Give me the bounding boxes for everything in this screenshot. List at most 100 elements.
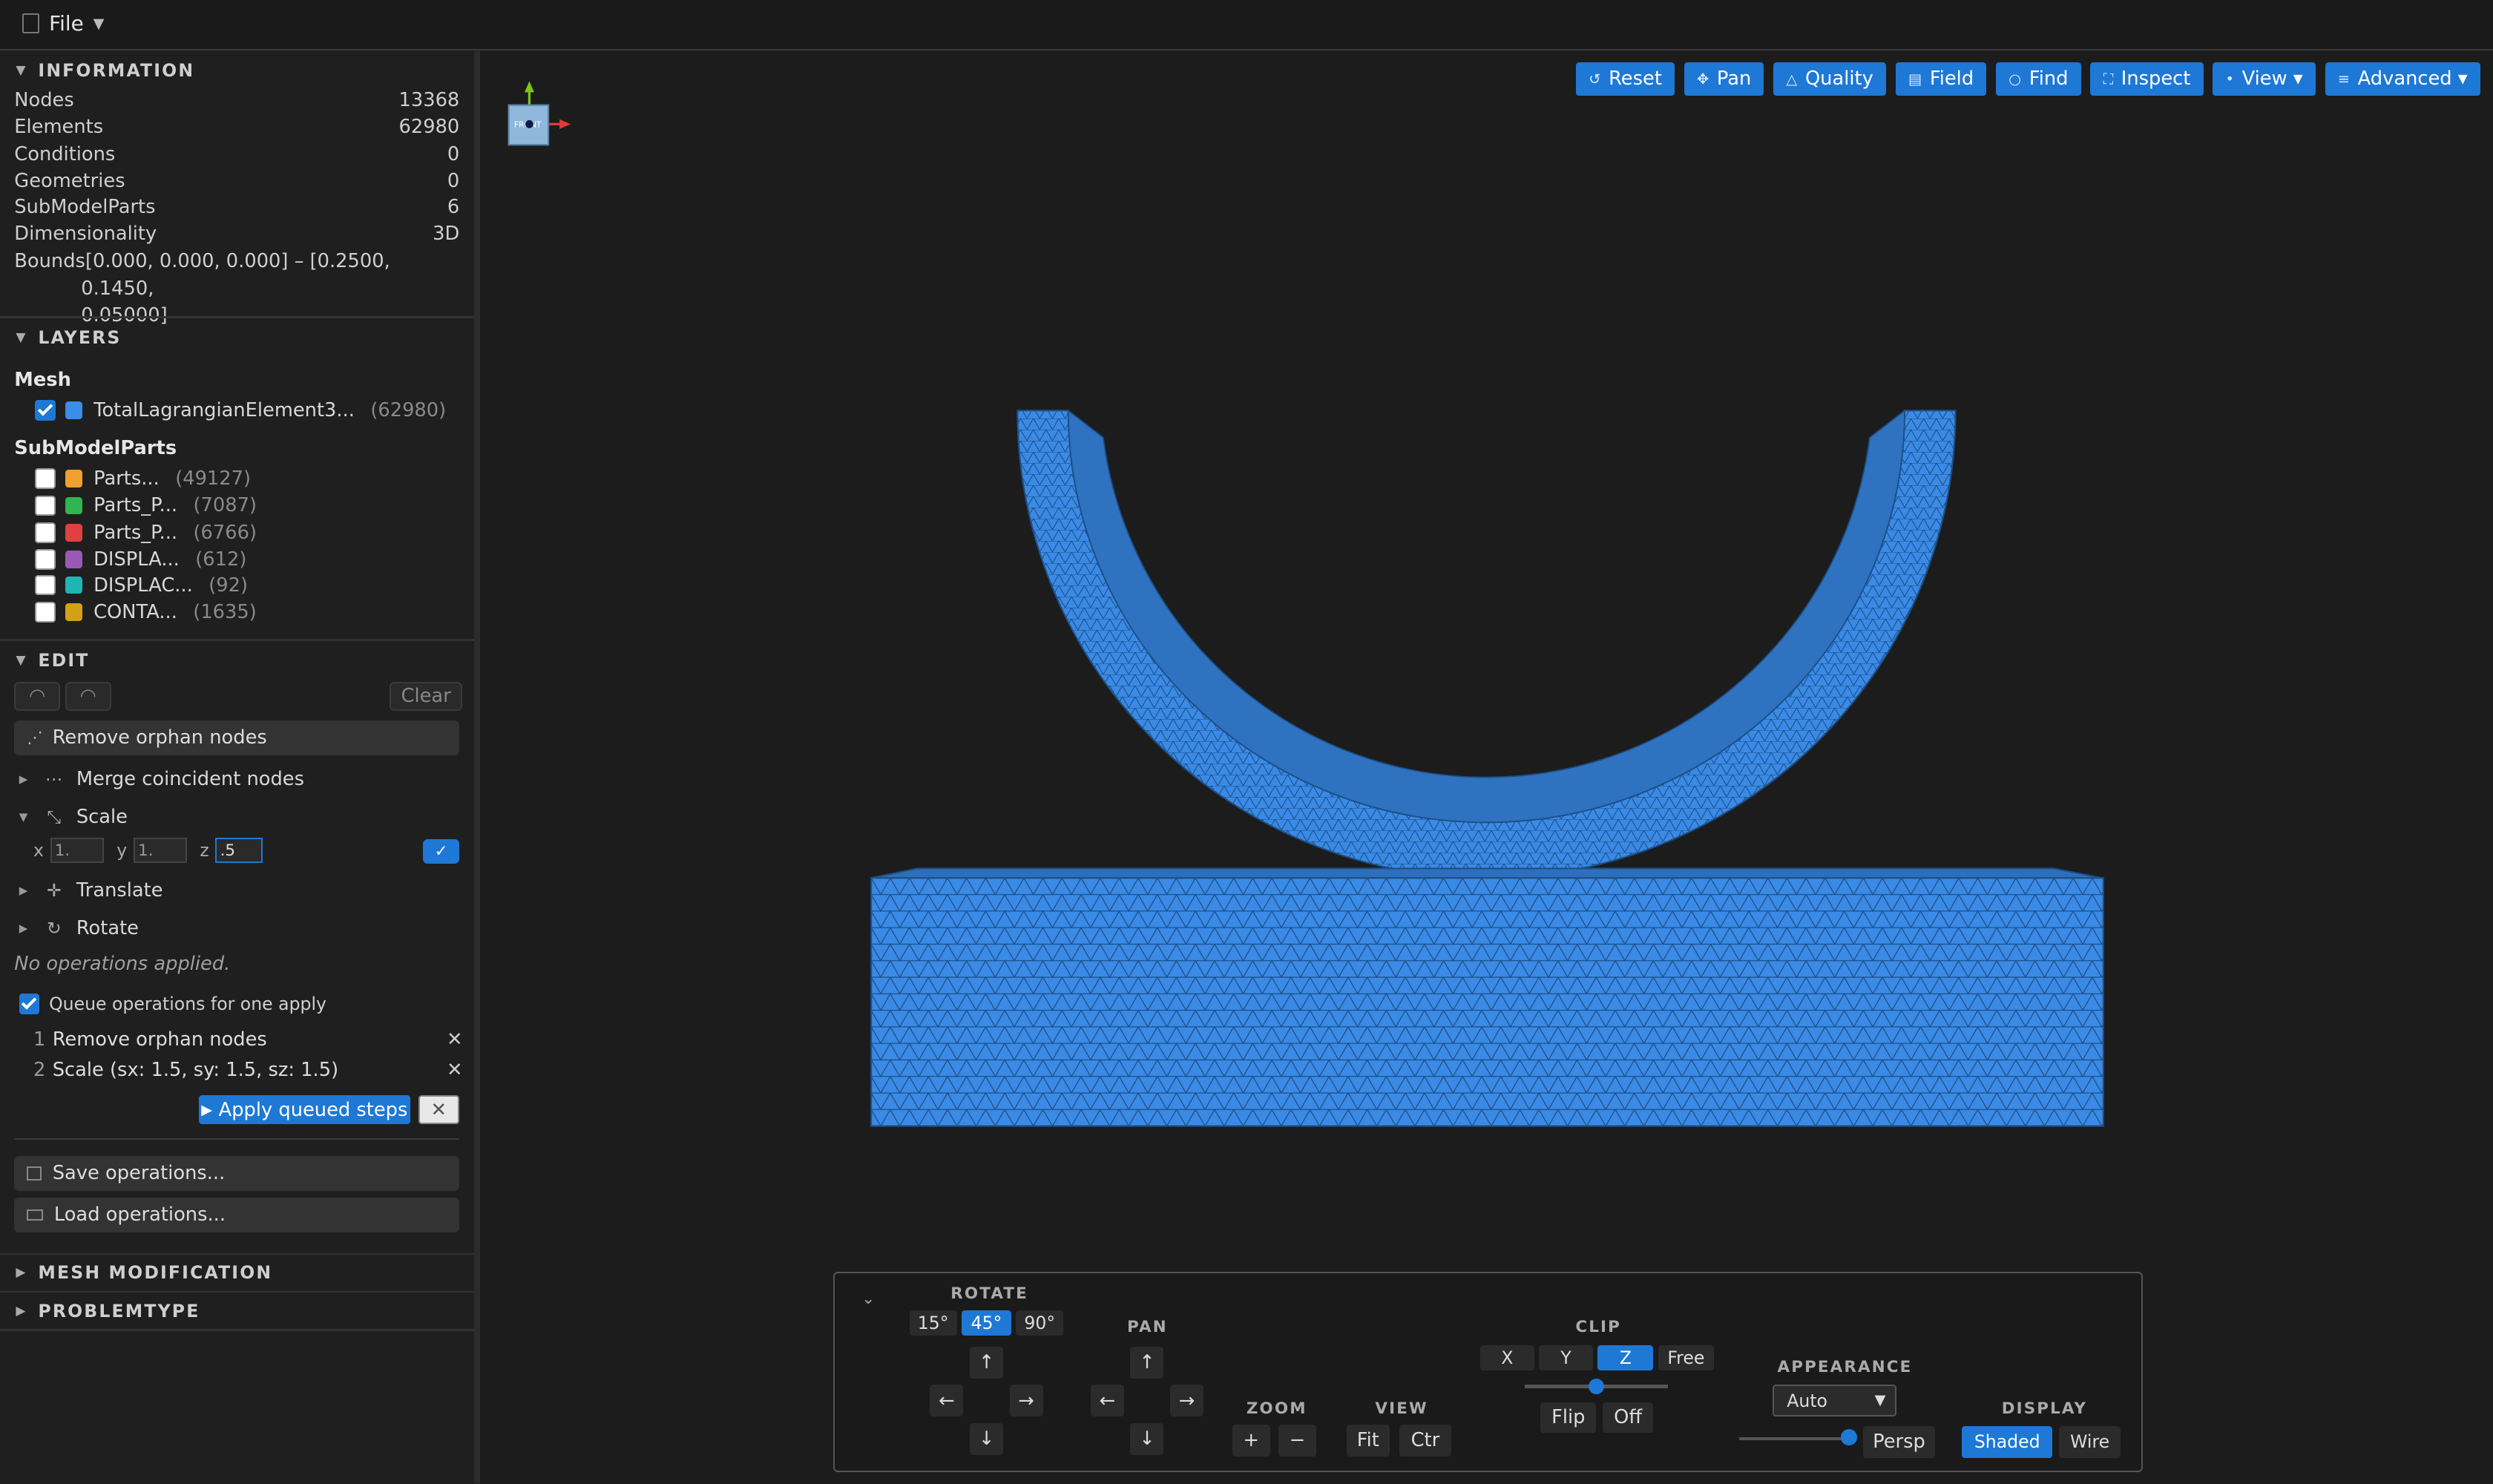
undo-button[interactable]: ◠ <box>14 682 61 711</box>
no-operations-note: No operations applied. <box>14 952 231 975</box>
center-view-button[interactable]: Ctr <box>1399 1424 1452 1457</box>
layer-row-submodel[interactable]: Parts_P... (6766) <box>35 522 257 544</box>
cancel-queue-button[interactable]: ✕ <box>418 1095 459 1124</box>
fov-slider[interactable] <box>1739 1437 1856 1441</box>
chevron-right-icon: ▶ <box>19 922 28 936</box>
layer-row-submodel[interactable]: Parts_P... (7087) <box>35 494 257 516</box>
rotate-step-90[interactable]: 90° <box>1016 1310 1064 1336</box>
zoom-out-button[interactable]: − <box>1278 1424 1317 1457</box>
edit-header[interactable]: ▼ EDIT <box>16 650 89 671</box>
queue-operations-toggle[interactable]: Queue operations for one apply <box>19 994 326 1014</box>
layer-row-submodel[interactable]: Parts... (49127) <box>35 467 251 490</box>
layer-checkbox[interactable] <box>35 574 56 596</box>
redo-button[interactable]: ◠ <box>65 682 111 711</box>
perspective-toggle[interactable]: Persp <box>1863 1425 1935 1458</box>
fit-view-button[interactable]: Fit <box>1346 1424 1390 1457</box>
scale-z-label: z <box>200 840 209 861</box>
rotate-down-button[interactable]: ↓ <box>969 1422 1003 1455</box>
clip-flip-button[interactable]: Flip <box>1540 1402 1597 1433</box>
queue-checkbox[interactable] <box>19 994 40 1015</box>
pan-left-button[interactable]: ← <box>1090 1385 1124 1417</box>
clip-off-button[interactable]: Off <box>1602 1402 1654 1433</box>
load-operations-button[interactable]: Load operations... <box>14 1197 460 1232</box>
info-label: Geometries <box>14 170 125 193</box>
clip-x-button[interactable]: X <box>1479 1345 1534 1370</box>
queue-item: 1 Remove orphan nodes ✕ <box>33 1028 463 1051</box>
pan-down-button[interactable]: ↓ <box>1130 1422 1164 1455</box>
info-label: Conditions <box>14 142 116 165</box>
info-label: Dimensionality <box>14 222 157 245</box>
load-operations-label: Load operations... <box>53 1204 226 1227</box>
layer-row-mesh[interactable]: TotalLagrangianElement3... (62980) <box>35 399 446 421</box>
rotate-left-button[interactable]: ← <box>930 1385 964 1417</box>
layer-name: TotalLagrangianElement3... <box>93 398 355 421</box>
view-control-panel: ⌄ ROTATE 15° 45° 90° ↑ ← → ↓ PAN ↑ ← → ↓… <box>832 1272 2144 1472</box>
layer-row-submodel[interactable]: CONTA... (1635) <box>35 601 257 623</box>
layer-row-submodel[interactable]: DISPLA... (612) <box>35 548 246 571</box>
document-icon <box>22 13 40 34</box>
merge-coincident-row[interactable]: ▶ ⋯ Merge coincident nodes <box>19 768 304 790</box>
translate-row[interactable]: ▶ ✛ Translate <box>19 879 163 902</box>
save-operations-button[interactable]: Save operations... <box>14 1155 460 1191</box>
clear-button[interactable]: Clear <box>390 682 463 711</box>
rotate-right-button[interactable]: → <box>1009 1385 1043 1417</box>
layer-checkbox[interactable] <box>35 522 56 543</box>
file-menu-label: File <box>49 11 84 36</box>
rotate-row[interactable]: ▶ ↻ Rotate <box>19 917 139 939</box>
pan-up-button[interactable]: ↑ <box>1130 1346 1164 1379</box>
rotate-section-label: ROTATE <box>950 1284 1028 1304</box>
rotate-step-15[interactable]: 15° <box>909 1310 957 1336</box>
zoom-in-button[interactable]: + <box>1232 1424 1270 1457</box>
divider <box>0 316 474 318</box>
scale-z-input[interactable] <box>215 838 263 864</box>
queue-item-label: Scale (sx: 1.5, sy: 1.5, sz: 1.5) <box>52 1059 339 1082</box>
remove-queue-item-icon[interactable]: ✕ <box>447 1059 463 1081</box>
scale-apply-button[interactable]: ✓ <box>423 839 460 864</box>
queue-item: 2 Scale (sx: 1.5, sy: 1.5, sz: 1.5) ✕ <box>33 1059 463 1081</box>
mesh-modification-header[interactable]: ▶ MESH MODIFICATION <box>16 1262 272 1283</box>
appearance-select[interactable]: Auto ▼ <box>1773 1385 1897 1417</box>
layer-color-swatch <box>65 551 83 569</box>
problemtype-title: PROBLEMTYPE <box>38 1300 200 1322</box>
pan-right-button[interactable]: → <box>1169 1385 1203 1417</box>
layer-name: Parts_P... <box>93 521 178 544</box>
remove-queue-item-icon[interactable]: ✕ <box>447 1028 463 1051</box>
chevron-down-icon: ▼ <box>1874 1391 1886 1408</box>
layer-name: CONTA... <box>93 600 177 623</box>
info-value: 6 <box>447 195 460 218</box>
remove-orphan-nodes-button[interactable]: ⋰ Remove orphan nodes <box>14 720 460 755</box>
layer-checkbox[interactable] <box>35 468 56 489</box>
rotate-step-45[interactable]: 45° <box>962 1310 1011 1336</box>
fov-slider-thumb[interactable] <box>1841 1429 1857 1445</box>
redo-icon: ◠ <box>79 685 96 708</box>
shaded-display-button[interactable]: Shaded <box>1962 1425 2053 1458</box>
apply-queued-steps-button[interactable]: ▶ Apply queued steps <box>198 1095 410 1124</box>
layer-checkbox[interactable] <box>35 495 56 516</box>
edit-title: EDIT <box>38 650 90 672</box>
file-menu[interactable]: File ▼ <box>22 11 104 36</box>
problemtype-header[interactable]: ▶ PROBLEMTYPE <box>16 1301 200 1322</box>
layers-header[interactable]: ▼ LAYERS <box>16 327 121 348</box>
divider <box>0 1329 474 1331</box>
scale-x-input[interactable] <box>50 838 105 864</box>
collapse-panel-icon[interactable]: ⌄ <box>861 1290 875 1308</box>
divider <box>0 1252 474 1255</box>
clip-free-button[interactable]: Free <box>1658 1345 1714 1370</box>
3d-viewport[interactable]: FRONT ↺Reset ✥Pan △Quality ▤Field ○Find … <box>480 50 2493 1484</box>
wire-display-button[interactable]: Wire <box>2058 1425 2121 1458</box>
layer-row-submodel[interactable]: DISPLAC... (92) <box>35 574 248 597</box>
scale-row[interactable]: ▼ ⤡ Scale <box>19 806 128 828</box>
clip-y-button[interactable]: Y <box>1539 1345 1593 1370</box>
layer-checkbox[interactable] <box>35 602 56 623</box>
clip-slider-thumb[interactable] <box>1588 1378 1604 1395</box>
mesh-render <box>870 409 2105 1127</box>
clip-z-button[interactable]: Z <box>1597 1345 1654 1370</box>
info-row-geometries: Geometries 0 <box>14 170 459 192</box>
layer-checkbox[interactable] <box>35 549 56 571</box>
scale-icon: ⤡ <box>47 807 62 828</box>
orphan-nodes-icon: ⋰ <box>27 728 43 747</box>
layer-checkbox[interactable] <box>35 400 56 421</box>
rotate-up-button[interactable]: ↑ <box>969 1346 1003 1379</box>
information-header[interactable]: ▼ INFORMATION <box>16 60 194 81</box>
scale-y-input[interactable] <box>133 838 188 864</box>
